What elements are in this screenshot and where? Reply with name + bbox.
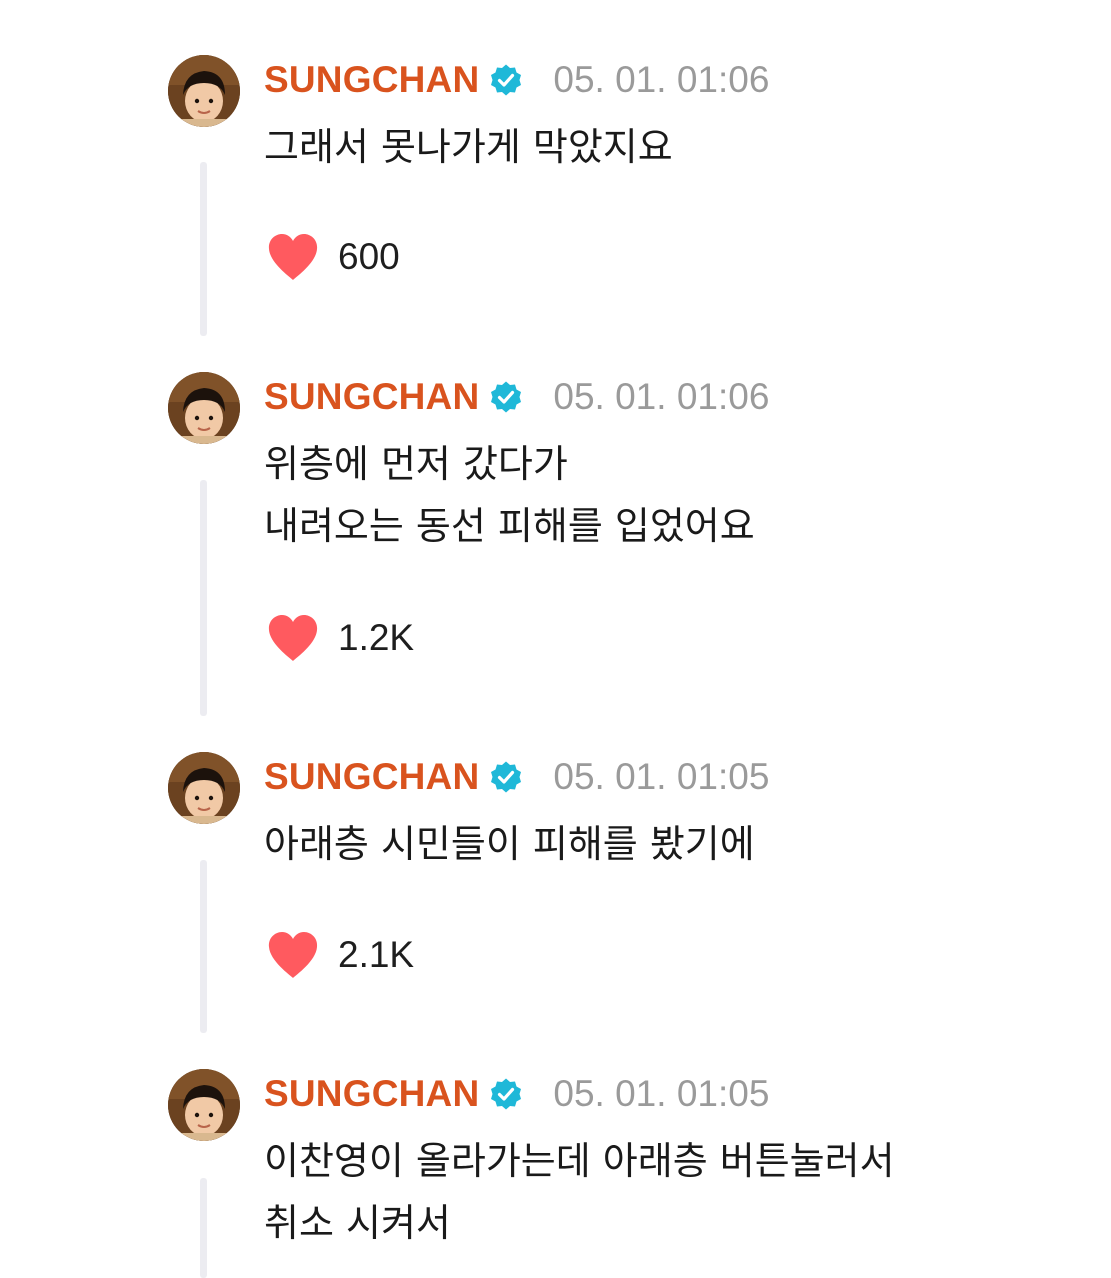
like-button[interactable]: 2.1K xyxy=(266,927,414,983)
thread-line xyxy=(200,162,207,336)
author-name[interactable]: SUNGCHAN xyxy=(264,376,479,418)
post-meta: SUNGCHAN 05. 01. 01:05 xyxy=(264,1070,769,1118)
author-name[interactable]: SUNGCHAN xyxy=(264,1073,479,1115)
message-text: 이찬영이 올라가는데 아래층 버튼눌러서 취소 시켜서 xyxy=(264,1139,895,1245)
message-feed: SUNGCHAN 05. 01. 01:06 그래서 못나가게 막았지요 600 xyxy=(0,0,1111,1278)
avatar[interactable] xyxy=(168,55,240,127)
heart-icon xyxy=(266,232,320,282)
verified-badge-icon xyxy=(489,63,523,97)
verified-badge-icon xyxy=(489,1077,523,1111)
timestamp: 05. 01. 01:06 xyxy=(553,59,770,100)
like-button[interactable]: 600 xyxy=(266,229,400,285)
thread-line xyxy=(200,1178,207,1278)
post-meta: SUNGCHAN 05. 01. 01:05 xyxy=(264,753,769,801)
message-text: 그래서 못나가게 막았지요 xyxy=(264,125,673,169)
heart-icon xyxy=(266,930,320,980)
timestamp: 05. 01. 01:06 xyxy=(553,376,770,417)
message-text: 위층에 먼저 갔다가 내려오는 동선 피해를 입었어요 xyxy=(264,442,755,548)
like-count: 1.2K xyxy=(338,617,415,658)
message-text: 아래층 시민들이 피해를 봤기에 xyxy=(264,822,755,866)
author-name[interactable]: SUNGCHAN xyxy=(264,59,479,101)
verified-badge-icon xyxy=(489,380,523,414)
like-button[interactable]: 1.2K xyxy=(266,610,414,666)
thread-line xyxy=(200,860,207,1033)
author-name[interactable]: SUNGCHAN xyxy=(264,756,479,798)
verified-badge-icon xyxy=(489,760,523,794)
avatar[interactable] xyxy=(168,372,240,444)
like-count: 2.1K xyxy=(338,934,415,975)
post-meta: SUNGCHAN 05. 01. 01:06 xyxy=(264,373,769,421)
like-count: 600 xyxy=(338,236,400,277)
avatar[interactable] xyxy=(168,1069,240,1141)
thread-line xyxy=(200,480,207,716)
timestamp: 05. 01. 01:05 xyxy=(553,1073,770,1114)
post-meta: SUNGCHAN 05. 01. 01:06 xyxy=(264,56,769,104)
timestamp: 05. 01. 01:05 xyxy=(553,756,770,797)
avatar[interactable] xyxy=(168,752,240,824)
heart-icon xyxy=(266,613,320,663)
